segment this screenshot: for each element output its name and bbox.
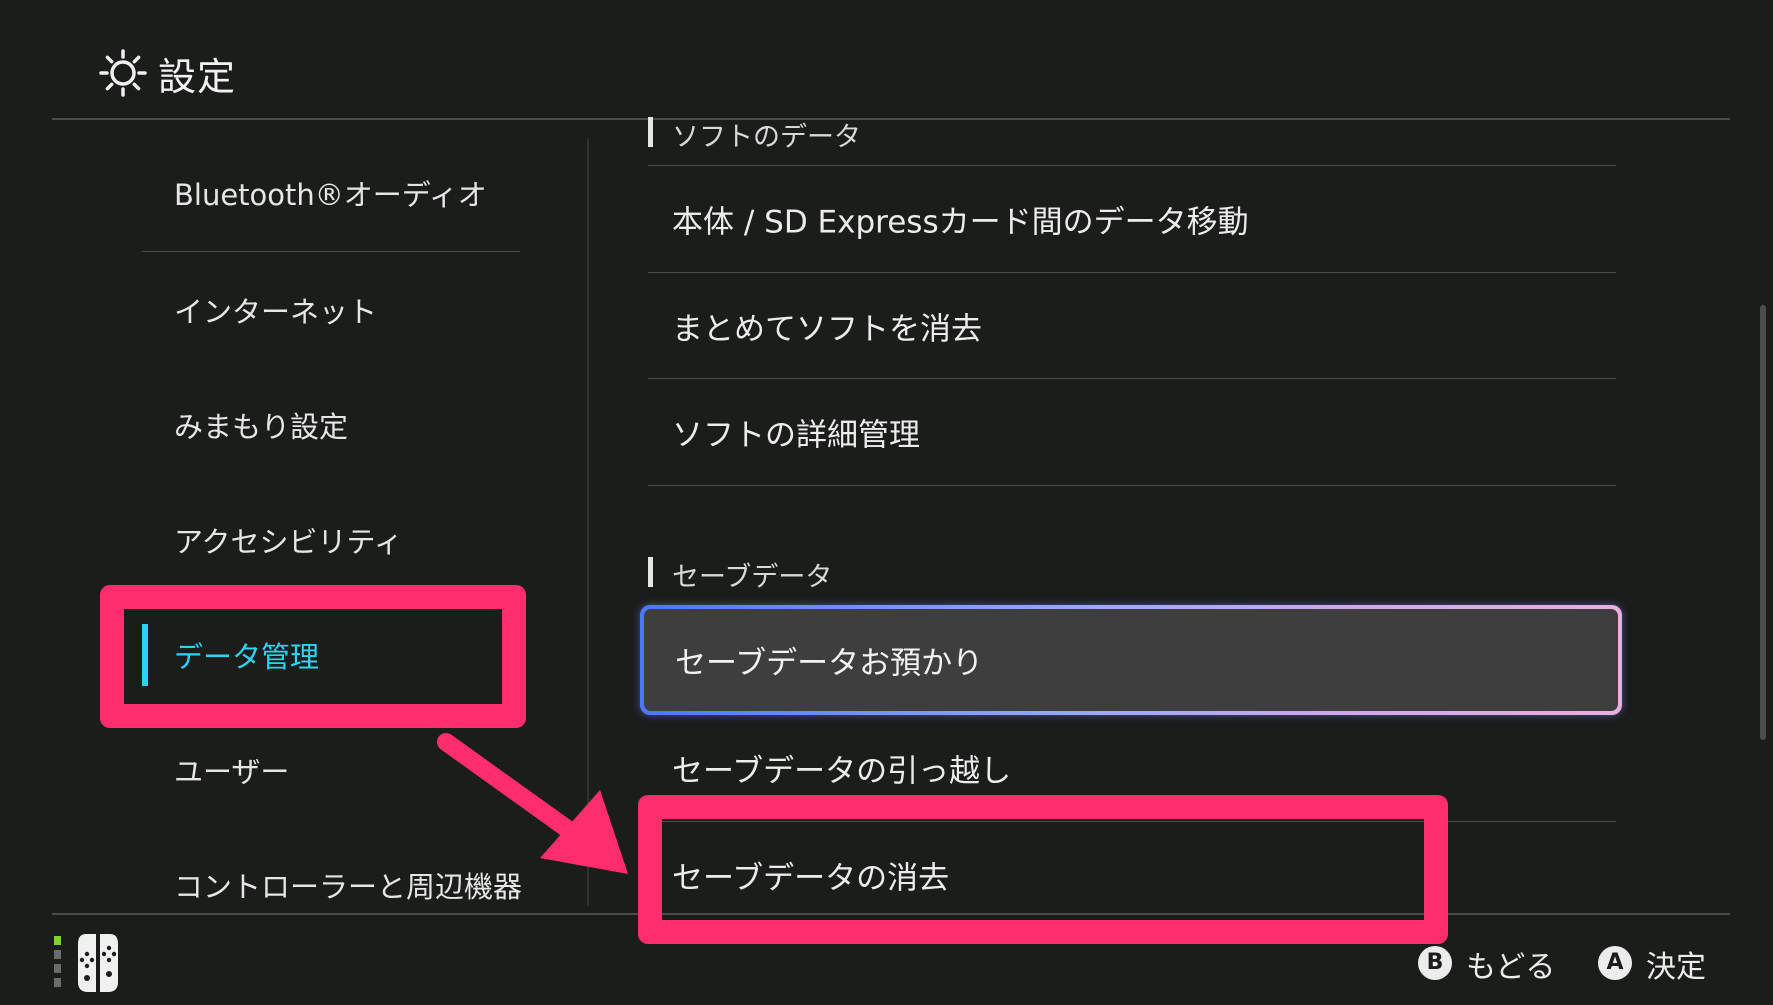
- focused-item-inner: セーブデータお預かり: [644, 609, 1618, 711]
- highlight-box-data-management: [100, 585, 526, 728]
- list-divider: [648, 485, 1616, 486]
- sidebar-item-label: アクセシビリティ: [174, 525, 403, 559]
- list-item-label: 本体 / SD Expressカード間のデータ移動: [672, 204, 1249, 241]
- list-item-bulk-delete-software[interactable]: まとめてソフトを消去: [648, 273, 1616, 379]
- a-button-icon: A: [1598, 946, 1632, 980]
- hint-label: 決定: [1646, 950, 1706, 985]
- sidebar-item-label: Bluetooth®オーディオ: [174, 178, 487, 212]
- list-item-label: まとめてソフトを消去: [672, 311, 982, 348]
- highlight-box-delete-save-data: [638, 795, 1448, 944]
- list-item-software-details[interactable]: ソフトの詳細管理: [648, 379, 1616, 485]
- gear-icon: [99, 49, 147, 97]
- section-bar: [648, 557, 653, 587]
- sidebar-item-label: みまもり設定: [174, 410, 349, 444]
- scrollbar[interactable]: [1760, 305, 1766, 740]
- sidebar-item-label: インターネット: [174, 295, 378, 329]
- list-item-move-data[interactable]: 本体 / SD Expressカード間のデータ移動: [648, 166, 1616, 272]
- page-title: 設定: [158, 55, 237, 99]
- hint-label: もどる: [1466, 950, 1556, 985]
- sidebar-item-accessibility[interactable]: アクセシビリティ: [142, 495, 522, 585]
- section-header-text: セーブデータ: [672, 562, 833, 593]
- list-item-label: セーブデータお預かり: [675, 645, 984, 682]
- sidebar-item-parental-controls[interactable]: みまもり設定: [142, 380, 522, 470]
- arrow-icon: [437, 733, 628, 874]
- sidebar-item-bluetooth-audio[interactable]: Bluetooth®オーディオ: [142, 148, 522, 238]
- sidebar-item-internet[interactable]: インターネット: [142, 265, 522, 355]
- list-item-label: ソフトの詳細管理: [672, 417, 920, 454]
- section-header-text: ソフトのデータ: [672, 122, 861, 153]
- joycon-icon: [54, 934, 118, 992]
- section-bar: [648, 117, 653, 147]
- list-item-label: セーブデータの引っ越し: [672, 753, 1012, 790]
- list-item-save-data-cloud[interactable]: セーブデータお預かり: [640, 605, 1622, 715]
- header: 設定: [0, 0, 1773, 118]
- sidebar-divider: [142, 251, 520, 252]
- b-button-icon: B: [1418, 946, 1452, 980]
- sidebar-item-label: ユーザー: [174, 755, 290, 789]
